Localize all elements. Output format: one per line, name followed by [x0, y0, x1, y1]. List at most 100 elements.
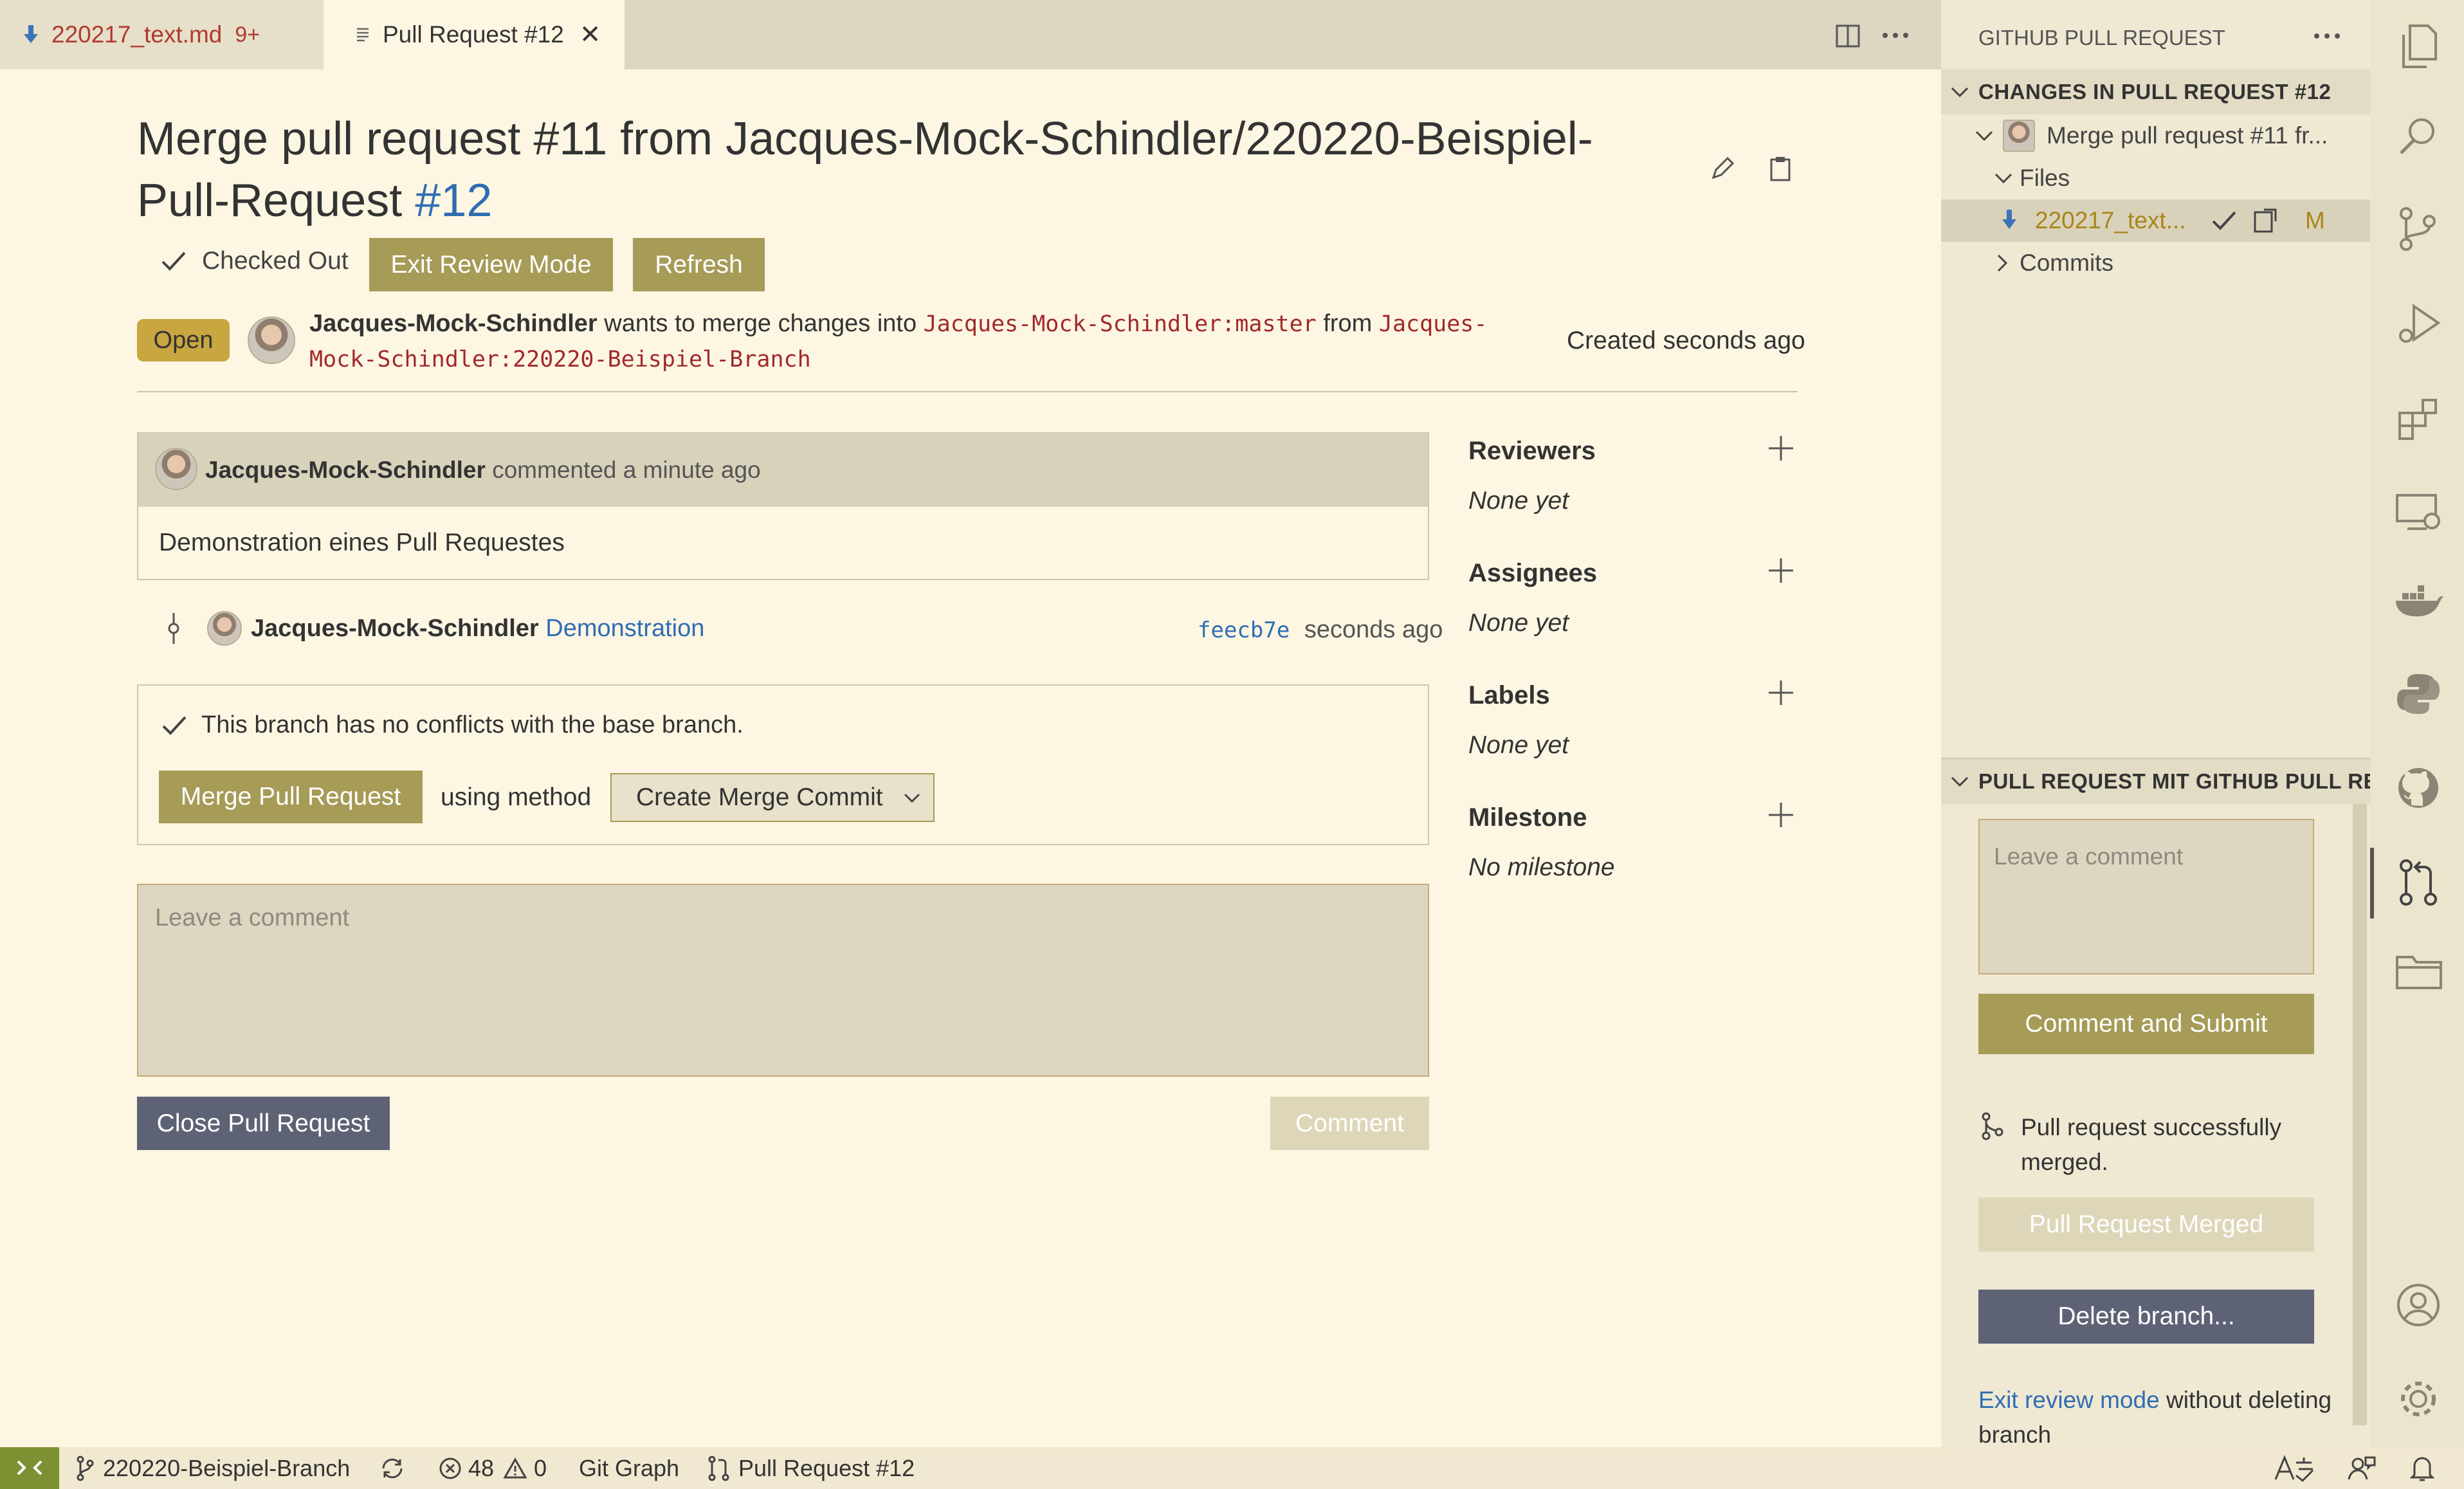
- header-divider: [137, 391, 1798, 392]
- status-badge: Open: [137, 319, 230, 361]
- spell-check-icon[interactable]: [2273, 1447, 2314, 1489]
- close-pull-request-button[interactable]: Close Pull Request: [137, 1097, 390, 1150]
- commit-author[interactable]: Jacques-Mock-Schindler: [251, 615, 539, 642]
- github-icon[interactable]: [2396, 765, 2441, 810]
- comment-button[interactable]: Comment: [1270, 1097, 1429, 1150]
- comment-placeholder: Leave a comment: [155, 904, 350, 931]
- more-actions-icon[interactable]: [1881, 26, 1910, 45]
- avatar: [155, 448, 197, 490]
- open-file-icon[interactable]: [2252, 207, 2279, 234]
- comment-meta-line: Jacques-Mock-Schindler commented a minut…: [205, 457, 761, 484]
- commit-sha[interactable]: feecb7e: [1198, 617, 1290, 643]
- commit-line: Jacques-Mock-Schindler Demonstration: [251, 615, 704, 643]
- chevron-down-icon: [1994, 170, 2013, 187]
- notifications-bell-icon[interactable]: [2409, 1447, 2435, 1489]
- chevron-right-icon: [1994, 253, 2011, 273]
- close-icon[interactable]: ✕: [579, 20, 601, 50]
- exit-review-mode-link[interactable]: Exit review mode: [1978, 1387, 2160, 1413]
- error-count: 48: [468, 1454, 495, 1481]
- comment-and-submit-button[interactable]: Comment and Submit: [1978, 994, 2314, 1054]
- commit-time: seconds ago: [1304, 616, 1443, 643]
- branch-status[interactable]: 220220-Beispiel-Branch: [76, 1447, 350, 1489]
- from-text: from: [1323, 310, 1373, 337]
- sidebar-title: GITHUB PULL REQUEST: [1978, 26, 2225, 50]
- exit-review-mode-button[interactable]: Exit Review Mode: [369, 238, 613, 291]
- add-reviewer-icon[interactable]: [1767, 435, 1794, 462]
- extensions-icon[interactable]: [2397, 397, 2441, 441]
- scrollbar[interactable]: [2353, 804, 2367, 1425]
- git-graph-status[interactable]: Git Graph: [579, 1447, 679, 1489]
- using-method-label: using method: [441, 783, 592, 811]
- created-time: Created seconds ago: [1567, 327, 1805, 354]
- reviewers-value: None yet: [1468, 487, 1569, 515]
- add-milestone-icon[interactable]: [1767, 801, 1794, 828]
- chevron-down-icon: [902, 789, 922, 808]
- pr-details-section-header[interactable]: PULL REQUEST MIT GITHUB PULL RE...: [1941, 758, 2396, 804]
- search-icon[interactable]: [2397, 116, 2438, 157]
- labels-value: None yet: [1468, 731, 1569, 759]
- pr-title: Merge pull request #11 from Jacques-Mock…: [137, 108, 1636, 232]
- tab-pull-request-12[interactable]: Pull Request #12 ✕: [324, 0, 625, 69]
- remote-explorer-icon[interactable]: [2395, 491, 2442, 534]
- comment-author[interactable]: Jacques-Mock-Schindler: [205, 457, 486, 483]
- tree-item-files[interactable]: Files: [1941, 157, 2370, 199]
- remote-indicator[interactable]: [0, 1447, 59, 1489]
- tree-item-pr-label: Merge pull request #11 fr...: [2047, 122, 2328, 149]
- explorer-icon[interactable]: [2397, 23, 2438, 69]
- download-arrow-icon: [22, 24, 40, 46]
- merge-method-select[interactable]: Create Merge Commit: [610, 773, 935, 822]
- pull-request-status[interactable]: Pull Request #12: [707, 1447, 915, 1489]
- delete-branch-button[interactable]: Delete branch...: [1978, 1290, 2314, 1344]
- pull-requests-icon[interactable]: [2397, 858, 2440, 907]
- sidebar-comment-textarea[interactable]: Leave a comment: [1978, 819, 2314, 974]
- tree-item-commits[interactable]: Commits: [1941, 242, 2370, 284]
- copy-clipboard-icon[interactable]: [1767, 154, 1793, 183]
- run-debug-icon[interactable]: [2397, 302, 2442, 347]
- refresh-button[interactable]: Refresh: [633, 238, 765, 291]
- tree-item-file[interactable]: 220217_text... M: [1941, 199, 2370, 242]
- labels-heading: Labels: [1468, 681, 1550, 709]
- account-icon[interactable]: [2396, 1283, 2441, 1328]
- commit-icon: [165, 613, 183, 644]
- target-branch: Jacques-Mock-Schindler:master: [923, 311, 1317, 337]
- check-icon: [161, 250, 187, 272]
- tree-item-file-label: 220217_text...: [2035, 207, 2186, 233]
- comment-textarea[interactable]: Leave a comment: [137, 884, 1429, 1077]
- more-actions-icon[interactable]: [2313, 28, 2341, 44]
- python-icon[interactable]: [2396, 671, 2441, 717]
- docker-icon[interactable]: [2393, 581, 2445, 620]
- sync-icon[interactable]: [379, 1447, 405, 1489]
- activity-bar: [2370, 0, 2464, 1447]
- author-name[interactable]: Jacques-Mock-Schindler: [309, 310, 598, 337]
- commit-message-link[interactable]: Demonstration: [545, 615, 704, 642]
- split-editor-icon[interactable]: [1835, 23, 1861, 49]
- comment-time: commented a minute ago: [492, 457, 761, 483]
- merge-icon: [1981, 1111, 2004, 1141]
- pr-merge-description: Jacques-Mock-Schindler wants to merge ch…: [309, 306, 1531, 377]
- add-assignee-icon[interactable]: [1767, 557, 1794, 584]
- tree-item-pr[interactable]: Merge pull request #11 fr...: [1941, 114, 2370, 157]
- check-icon: [161, 715, 187, 736]
- exit-review-note: Exit review mode without deleting branch: [1978, 1383, 2339, 1447]
- checked-out-indicator: Checked Out: [161, 247, 349, 275]
- gear-icon[interactable]: [2396, 1376, 2441, 1421]
- avatar: [2003, 120, 2035, 152]
- folder-icon[interactable]: [2395, 952, 2443, 991]
- chevron-down-icon: [1950, 84, 1969, 100]
- changes-section-header[interactable]: CHANGES IN PULL REQUEST #12: [1941, 69, 2370, 114]
- add-label-icon[interactable]: [1767, 679, 1794, 706]
- avatar: [207, 611, 242, 646]
- pr-number[interactable]: #12: [415, 175, 492, 226]
- problem-count: 9+: [235, 22, 260, 47]
- edit-pencil-icon[interactable]: [1708, 154, 1737, 183]
- problems-status[interactable]: 48 0: [439, 1447, 547, 1489]
- merge-pull-request-button[interactable]: Merge Pull Request: [159, 771, 423, 823]
- checked-out-label: Checked Out: [202, 247, 349, 275]
- avatar: [248, 316, 295, 364]
- tab-label: 220217_text.md: [51, 21, 223, 48]
- tab-220217-text-md[interactable]: 220217_text.md 9+: [0, 0, 324, 69]
- wants-text: wants to merge changes into: [604, 310, 917, 337]
- feedback-icon[interactable]: [2348, 1447, 2376, 1489]
- check-icon[interactable]: [2211, 210, 2237, 232]
- source-control-icon[interactable]: [2397, 206, 2438, 252]
